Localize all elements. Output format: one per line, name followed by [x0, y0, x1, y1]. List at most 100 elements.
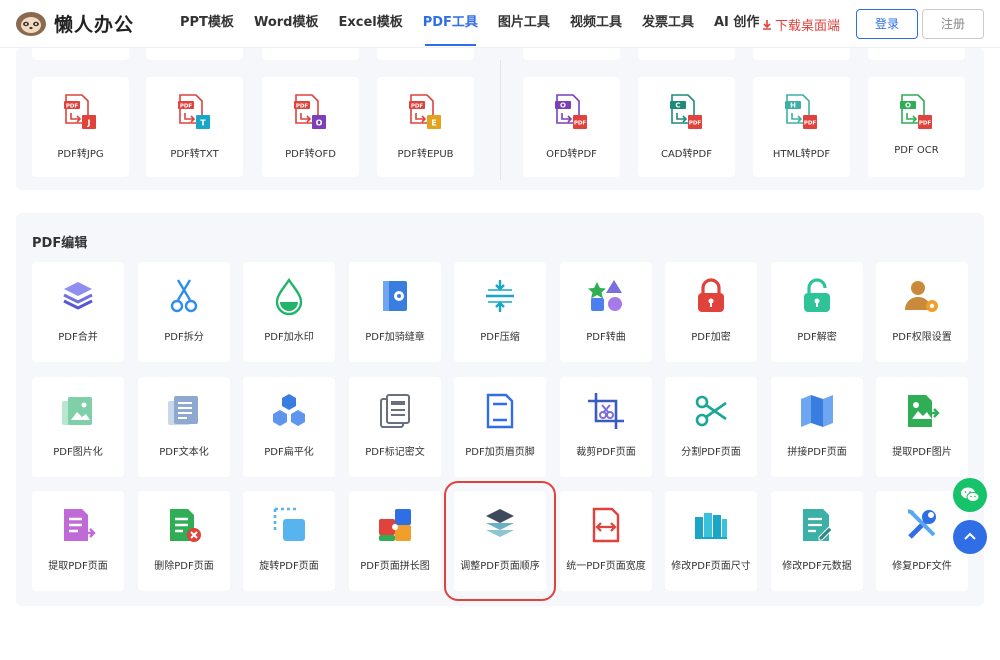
convert-tool-label: OFD转PDF: [546, 149, 597, 160]
svg-text:PDF: PDF: [689, 121, 702, 127]
svg-text:O: O: [905, 102, 911, 110]
edit-tool-label: 分割PDF页面: [681, 447, 741, 458]
compress-icon: [486, 280, 514, 312]
register-button[interactable]: 注册: [922, 9, 984, 39]
edit-tool-label: PDF权限设置: [892, 332, 952, 343]
main-nav: PPT模板 Word模板 Excel模板 PDF工具 图片工具 视频工具 发票工…: [170, 0, 769, 48]
svg-text:E: E: [431, 119, 436, 128]
edit-tool-card[interactable]: PDF合并: [32, 262, 124, 362]
edit-tool-card[interactable]: PDF转曲: [560, 262, 652, 362]
edit-tool-label: PDF压缩: [480, 332, 520, 343]
nav-image-tools[interactable]: 图片工具: [488, 0, 560, 48]
section-title: PDF编辑: [32, 236, 88, 251]
pdf-convert-icon: PDF E: [409, 94, 441, 129]
header-footer-icon: [486, 393, 514, 429]
convert-tool-card[interactable]: PDF T PDF转TXT: [146, 77, 243, 177]
edit-tool-label: PDF文本化: [159, 447, 209, 458]
edit-tool-card[interactable]: PDF扁平化: [243, 377, 335, 477]
edit-tool-card[interactable]: 提取PDF图片: [876, 377, 968, 477]
shapes-icon: [588, 280, 622, 311]
edit-tool-card[interactable]: PDF拆分: [138, 262, 230, 362]
edit-tool-card[interactable]: 拼接PDF页面: [771, 377, 863, 477]
svg-text:O: O: [560, 102, 566, 110]
puzzle-icon: [379, 509, 411, 541]
edit-tool-card-highlighted[interactable]: 调整PDF页面顺序: [444, 481, 556, 601]
arrow-up-icon: [964, 532, 976, 540]
seal-book-icon: [383, 281, 407, 311]
user-settings-icon: [905, 281, 938, 312]
edit-tool-card[interactable]: PDF文本化: [138, 377, 230, 477]
svg-text:J: J: [87, 119, 91, 128]
convert-tool-card[interactable]: O PDF PDF OCR: [868, 77, 965, 177]
card-partial: [146, 48, 243, 60]
edit-tool-card[interactable]: PDF加页眉页脚: [454, 377, 546, 477]
nav-ai-create[interactable]: AI 创作: [704, 0, 769, 48]
edit-tool-card[interactable]: PDF加骑缝章: [349, 262, 441, 362]
convert-tool-card[interactable]: PDF J PDF转JPG: [32, 77, 129, 177]
wechat-float-button[interactable]: [953, 478, 987, 512]
edit-tool-card[interactable]: PDF权限设置: [876, 262, 968, 362]
svg-text:PDF: PDF: [804, 121, 817, 127]
svg-text:PDF: PDF: [296, 104, 309, 110]
logo[interactable]: 懒人办公: [14, 9, 134, 37]
pdf-convert-icon: PDF T: [178, 94, 210, 129]
edit-tool-label: PDF标记密文: [365, 447, 425, 458]
resize-page-icon: [695, 513, 727, 539]
edit-tool-label: PDF图片化: [53, 447, 103, 458]
edit-tool-card[interactable]: 旋转PDF页面: [243, 491, 335, 591]
hexagons-icon: [273, 394, 305, 426]
login-button[interactable]: 登录: [856, 9, 918, 39]
card-partial: [638, 48, 735, 60]
card-partial: [32, 48, 129, 60]
convert-tool-card[interactable]: PDF O PDF转OFD: [262, 77, 359, 177]
width-arrows-icon: [592, 507, 620, 543]
edit-tool-card[interactable]: PDF加密: [665, 262, 757, 362]
convert-tool-card[interactable]: PDF E PDF转EPUB: [377, 77, 474, 177]
edit-tool-card[interactable]: PDF页面拼长图: [349, 491, 441, 591]
svg-text:H: H: [790, 102, 796, 110]
convert-tool-card[interactable]: C PDF CAD转PDF: [638, 77, 735, 177]
convert-tool-card[interactable]: O PDF OFD转PDF: [523, 77, 620, 177]
back-to-top-button[interactable]: [953, 520, 987, 554]
edit-tool-label: 统一PDF页面宽度: [566, 561, 646, 572]
nav-pdf-tools[interactable]: PDF工具: [413, 0, 488, 48]
edit-tool-label: 裁剪PDF页面: [576, 447, 636, 458]
pdf-convert-icon: PDF J: [64, 94, 96, 129]
edit-tool-card[interactable]: PDF解密: [771, 262, 863, 362]
nav-ppt[interactable]: PPT模板: [170, 0, 244, 48]
edit-tool-card[interactable]: 修改PDF元数据: [771, 491, 863, 591]
card-partial: [377, 48, 474, 60]
nav-video-tools[interactable]: 视频工具: [560, 0, 632, 48]
edit-tool-card[interactable]: 裁剪PDF页面: [560, 377, 652, 477]
nav-word[interactable]: Word模板: [244, 0, 329, 48]
convert-tool-label: PDF OCR: [894, 145, 939, 156]
to-pdf-icon: H PDF: [785, 94, 817, 129]
card-partial: [523, 48, 620, 60]
edit-tool-label: PDF加密: [691, 332, 731, 343]
water-drop-icon: [275, 277, 303, 316]
to-pdf-icon: C PDF: [670, 94, 702, 129]
edit-tool-label: 调整PDF页面顺序: [460, 561, 540, 572]
edit-tool-card[interactable]: 分割PDF页面: [665, 377, 757, 477]
edit-tool-card[interactable]: PDF压缩: [454, 262, 546, 362]
edit-tool-card[interactable]: PDF图片化: [32, 377, 124, 477]
edit-tool-label: PDF页面拼长图: [360, 561, 430, 572]
edit-tool-card[interactable]: 修改PDF页面尺寸: [665, 491, 757, 591]
edit-tool-label: 修改PDF页面尺寸: [671, 561, 751, 572]
crop-icon: [588, 393, 624, 429]
delete-page-icon: [170, 509, 201, 542]
extract-image-icon: [908, 395, 940, 427]
nav-invoice-tools[interactable]: 发票工具: [632, 0, 704, 48]
sloth-logo-icon: [16, 12, 46, 36]
edit-tool-card[interactable]: PDF加水印: [243, 262, 335, 362]
edit-tool-label: 旋转PDF页面: [259, 561, 319, 572]
svg-text:PDF: PDF: [66, 104, 79, 110]
edit-tool-card[interactable]: 提取PDF页面: [32, 491, 124, 591]
download-desktop-link[interactable]: 下载桌面端: [761, 15, 840, 34]
convert-tool-label: PDF转EPUB: [397, 149, 454, 160]
nav-excel[interactable]: Excel模板: [328, 0, 412, 48]
edit-tool-card[interactable]: 删除PDF页面: [138, 491, 230, 591]
convert-tool-card[interactable]: H PDF HTML转PDF: [753, 77, 850, 177]
edit-tool-card[interactable]: 统一PDF页面宽度: [560, 491, 652, 591]
edit-tool-card[interactable]: PDF标记密文: [349, 377, 441, 477]
